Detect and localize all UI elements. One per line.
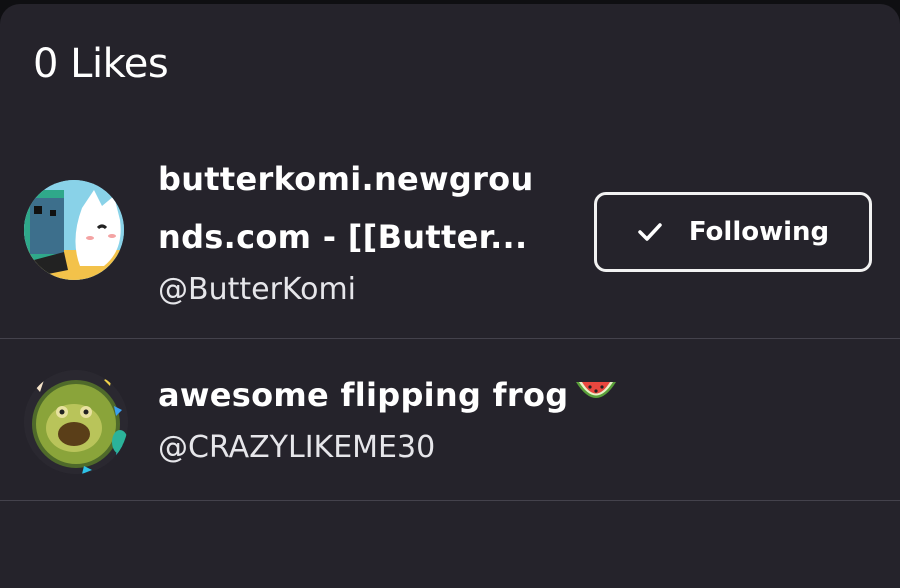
frog-party-avatar-icon[interactable] <box>24 370 128 474</box>
user-handle[interactable]: @ButterKomi <box>158 270 356 310</box>
user-name[interactable]: butterkomi.newgrou nds.com - [[Butter... <box>158 150 558 266</box>
divider <box>0 500 900 501</box>
check-icon <box>638 223 662 241</box>
likes-count-title: 0 Likes <box>33 41 169 87</box>
following-button[interactable]: Following <box>594 192 872 272</box>
cartoon-avatar-icon[interactable] <box>24 180 124 280</box>
user-name[interactable]: awesome flipping frog <box>158 366 678 424</box>
likes-sheet: 0 Likes butterkomi.newgrou nds.com - [[B… <box>0 4 900 588</box>
following-label: Following <box>688 217 830 247</box>
watermelon-icon <box>576 382 617 398</box>
divider <box>0 338 900 339</box>
user-handle[interactable]: @CRAZYLIKEME30 <box>158 428 435 468</box>
